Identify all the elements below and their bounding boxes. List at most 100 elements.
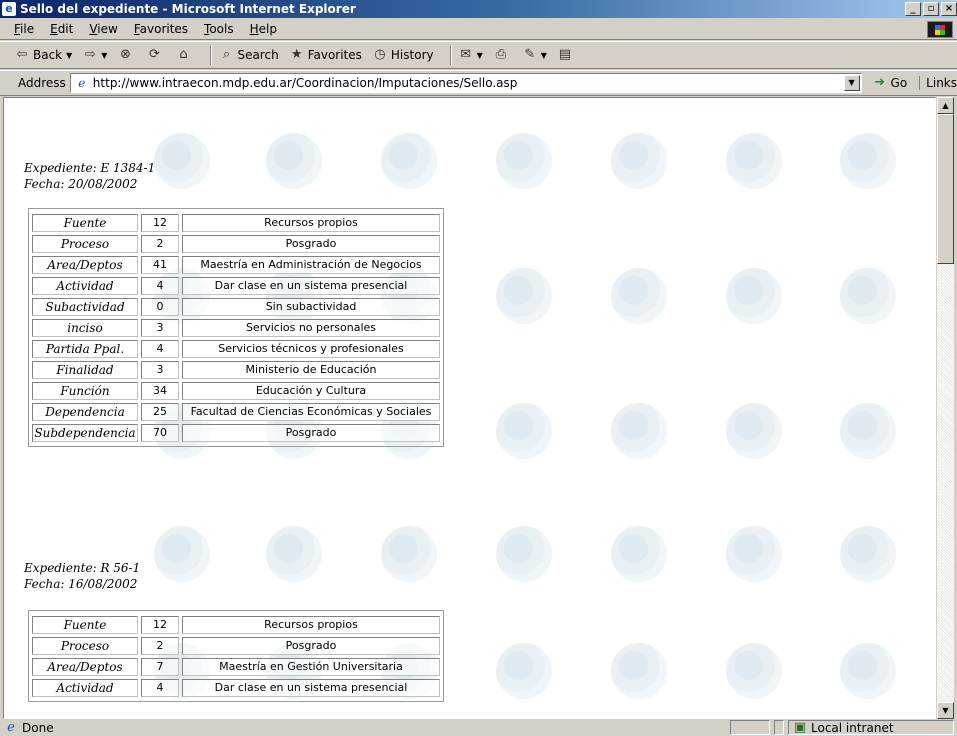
close-button[interactable]: ×: [941, 2, 957, 16]
forward-button[interactable]: ⇨ ▼: [82, 47, 108, 63]
menu-tools[interactable]: Tools: [204, 22, 234, 36]
go-arrow-icon: ➜: [874, 75, 885, 90]
address-dropdown-icon[interactable]: ▼: [843, 75, 860, 91]
scroll-up-icon[interactable]: ▲: [937, 97, 954, 114]
print-button[interactable]: ⎙: [493, 47, 512, 63]
table-row: Area/Deptos 41 Maestría en Administración …: [32, 254, 440, 275]
stop-button[interactable]: ⊗: [117, 47, 136, 63]
menu-view[interactable]: View: [89, 22, 117, 36]
refresh-button[interactable]: ⟳: [146, 47, 165, 63]
row-label: Finalidad: [32, 360, 138, 379]
watermark-logo-icon: [840, 643, 896, 699]
refresh-icon: ⟳: [149, 47, 160, 62]
history-button[interactable]: ◷ History: [372, 47, 434, 63]
favorites-icon: ★: [290, 47, 303, 62]
watermark-logo-icon: [611, 403, 667, 459]
mail-button[interactable]: ✉ ▼: [458, 47, 483, 63]
minimize-button[interactable]: _: [905, 2, 921, 16]
links-button[interactable]: Links: [919, 76, 957, 90]
watermark-logo-icon: [611, 526, 667, 582]
menu-file[interactable]: File: [14, 22, 34, 36]
row-label: inciso: [32, 318, 138, 337]
maximize-button[interactable]: ▫: [923, 2, 939, 16]
history-label: History: [390, 48, 434, 62]
row-code: 12: [141, 213, 179, 232]
back-label: Back: [33, 48, 63, 62]
status-text: Done: [22, 720, 54, 735]
watermark-logo-icon: [496, 526, 552, 582]
menu-favorites[interactable]: Favorites: [134, 22, 188, 36]
edit-dropdown-icon[interactable]: ▼: [541, 51, 547, 60]
row-label: Subactividad: [32, 297, 138, 316]
address-url[interactable]: http://www.intraecon.mdp.edu.ar/Coordina…: [93, 76, 518, 90]
menu-edit[interactable]: Edit: [50, 22, 73, 36]
window-controls: _ ▫ ×: [905, 2, 957, 16]
toolbar-separator: [210, 45, 213, 65]
row-description: Maestría en Gestión Universitaria: [182, 657, 440, 676]
row-code: 2: [141, 636, 179, 655]
row-label: Dependencia: [32, 402, 138, 421]
row-description: Dar clase en un sistema presencial: [182, 276, 440, 295]
table-row: Partida Ppal. 4 Servicios técnicos y profe…: [32, 338, 440, 359]
watermark-logo-icon: [266, 133, 322, 189]
favorites-label: Favorites: [307, 48, 362, 62]
row-code: 2: [141, 234, 179, 253]
home-button[interactable]: ⌂: [175, 47, 194, 63]
table-row: Función 34 Educación y Cultura: [32, 380, 440, 401]
row-label: Actividad: [32, 678, 138, 697]
table-row: Actividad 4 Dar clase en un sistema presen…: [32, 275, 440, 296]
row-label: Proceso: [32, 636, 138, 655]
expediente-date: Fecha: 20/08/2002: [24, 177, 138, 191]
search-button[interactable]: ⌕ Search: [218, 47, 279, 63]
watermark-logo-icon: [726, 643, 782, 699]
row-description: Dar clase en un sistema presencial: [182, 678, 440, 697]
go-button[interactable]: ➜ Go: [872, 75, 908, 91]
watermark-logo-icon: [266, 526, 322, 582]
discuss-button[interactable]: ▤: [557, 47, 576, 63]
forward-arrow-icon: ⇨: [84, 47, 96, 62]
row-label: Actividad: [32, 276, 138, 295]
favorites-button[interactable]: ★ Favorites: [289, 47, 362, 63]
address-input[interactable]: ℯ http://www.intraecon.mdp.edu.ar/Coordi…: [69, 73, 862, 93]
edit-button[interactable]: ✎ ▼: [522, 47, 547, 63]
search-icon: ⌕: [222, 47, 231, 62]
table-row: Fuente 12 Recursos propios: [32, 212, 440, 233]
ie-icon: e: [2, 2, 16, 16]
page-content: Expediente: E 1384-1 Fecha: 20/08/2002 F…: [3, 97, 936, 719]
go-label: Go: [890, 76, 908, 90]
menu-help[interactable]: Help: [250, 22, 277, 36]
watermark-logo-icon: [726, 526, 782, 582]
table-row: inciso 3 Servicios no personales: [32, 317, 440, 338]
mail-dropdown-icon[interactable]: ▼: [477, 51, 483, 60]
watermark-logo-icon: [726, 133, 782, 189]
scroll-thumb[interactable]: [937, 114, 954, 264]
toolbar: ⇦ Back ▼ ⇨ ▼ ⊗ ⟳ ⌂ ⌕ Search ★ Favorites …: [0, 41, 957, 69]
search-label: Search: [237, 48, 279, 62]
record-header: Expediente: E 1384-1 Fecha: 20/08/2002: [24, 160, 155, 192]
vertical-scrollbar[interactable]: ▲ ▼: [937, 97, 954, 719]
watermark-logo-icon: [840, 526, 896, 582]
table-row: Finalidad 3 Ministerio de Educación: [32, 359, 440, 380]
table-row: Proceso 2 Posgrado: [32, 635, 440, 656]
forward-dropdown-icon[interactable]: ▼: [101, 51, 107, 60]
record-header: Expediente: R 56-1 Fecha: 16/08/2002: [24, 560, 140, 592]
watermark-logo-icon: [496, 403, 552, 459]
back-dropdown-icon[interactable]: ▼: [66, 51, 72, 60]
row-code: 3: [141, 318, 179, 337]
watermark-logo-icon: [840, 133, 896, 189]
address-label: Address: [18, 76, 66, 90]
row-code: 34: [141, 381, 179, 400]
back-button[interactable]: ⇦ Back ▼: [14, 47, 73, 63]
row-description: Recursos propios: [182, 213, 440, 232]
zone-pane: ▣ Local intranet: [788, 720, 954, 735]
watermark-logo-icon: [611, 133, 667, 189]
row-description: Maestría en Administración de Negocios: [182, 255, 440, 274]
table-row: Subdependencia 70 Posgrado: [32, 422, 440, 443]
address-bar: Address ℯ http://www.intraecon.mdp.edu.a…: [0, 70, 957, 96]
row-label: Area/Deptos: [32, 255, 138, 274]
scroll-down-icon[interactable]: ▼: [937, 702, 954, 719]
row-description: Servicios no personales: [182, 318, 440, 337]
table-row: Area/Deptos 7 Maestría en Gestión Universi…: [32, 656, 440, 677]
watermark-logo-icon: [726, 403, 782, 459]
row-code: 25: [141, 402, 179, 421]
